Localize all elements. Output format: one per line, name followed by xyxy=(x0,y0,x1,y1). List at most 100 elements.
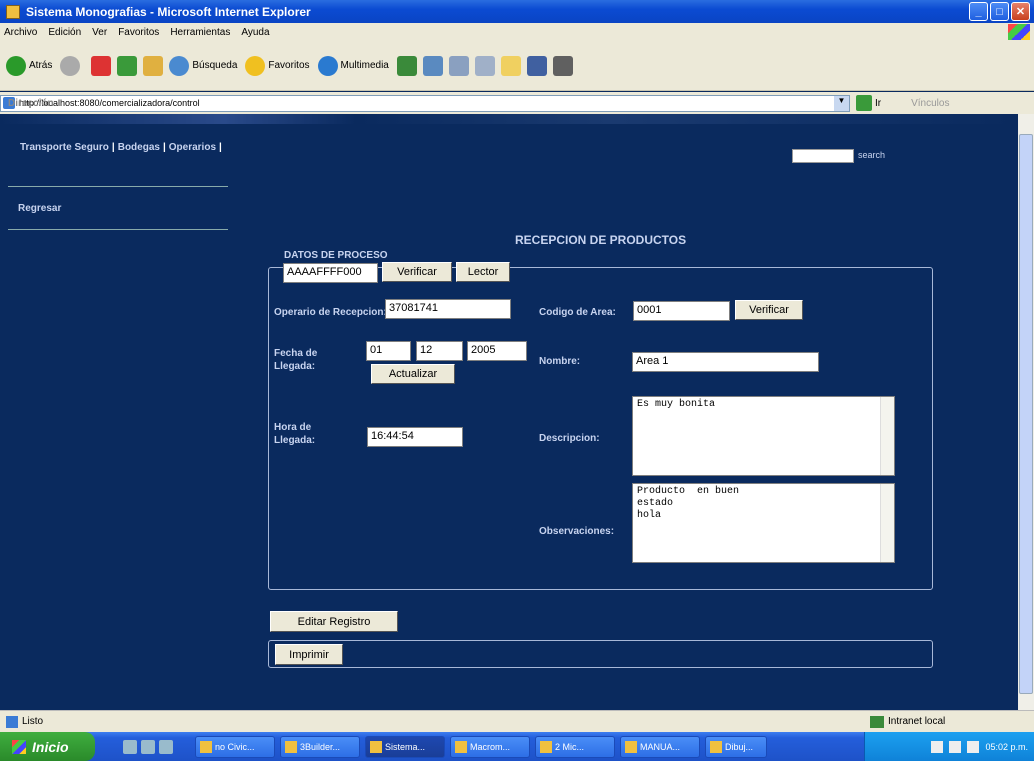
home-icon[interactable] xyxy=(143,55,164,76)
close-button[interactable]: ✕ xyxy=(1011,2,1030,21)
codigo-area-label: Codigo de Area: xyxy=(539,307,616,318)
editar-registro-button[interactable]: Editar Registro xyxy=(270,611,398,632)
search-input[interactable] xyxy=(792,149,854,163)
imprimir-button[interactable]: Imprimir xyxy=(275,644,343,665)
media-player-icon[interactable] xyxy=(159,739,173,754)
year-input[interactable]: 2005 xyxy=(467,341,527,361)
day-input[interactable]: 01 xyxy=(366,341,411,361)
taskbar-item-active[interactable]: Sistema... xyxy=(365,735,445,758)
app-icon xyxy=(455,740,467,753)
address-input[interactable]: http://localhost:8080/comercializadora/c… xyxy=(0,94,850,112)
edit-icon[interactable] xyxy=(474,55,495,76)
taskbar-item[interactable]: Macrom... xyxy=(450,735,530,758)
hora-label-line1: Hora de xyxy=(274,422,312,433)
taskbar-item[interactable]: Dibuj... xyxy=(705,735,767,758)
clock[interactable]: 05:02 p.m. xyxy=(985,742,1028,752)
browser-toolbar: Atrás Búsqueda Favoritos Multimedia xyxy=(0,41,1034,91)
history-icon[interactable] xyxy=(396,55,417,76)
status-text: Listo xyxy=(22,716,44,727)
nav-operarios[interactable]: Operarios xyxy=(169,142,216,153)
menu-herramientas[interactable]: Herramientas xyxy=(170,27,230,38)
lector-button[interactable]: Lector xyxy=(456,262,510,282)
descripcion-textarea[interactable]: Es muy bonita xyxy=(632,396,895,476)
mail-icon[interactable] xyxy=(422,55,443,76)
verificar-area-button[interactable]: Verificar xyxy=(735,300,803,320)
back-button[interactable]: Atrás xyxy=(6,55,53,76)
search-button[interactable]: Búsqueda xyxy=(169,55,237,76)
search-link[interactable]: search xyxy=(858,150,885,160)
operario-input[interactable]: 37081741 xyxy=(385,299,511,319)
taskbar-item[interactable]: 2 Mic... xyxy=(535,735,615,758)
nav-bodegas[interactable]: Bodegas xyxy=(118,142,160,153)
menu-ayuda[interactable]: Ayuda xyxy=(241,27,269,38)
address-dropdown-icon[interactable]: ▼ xyxy=(834,95,849,111)
observaciones-textarea[interactable]: Producto en buen estado hola xyxy=(632,483,895,563)
messenger-icon[interactable] xyxy=(526,55,547,76)
language-icon[interactable] xyxy=(931,740,944,753)
security-zone: Intranet local xyxy=(870,715,946,728)
ie-icon[interactable] xyxy=(141,739,155,754)
address-label: Dirección xyxy=(8,97,54,109)
start-button[interactable]: Inicio xyxy=(0,732,95,761)
menu-favoritos[interactable]: Favoritos xyxy=(118,27,159,38)
windows-logo-icon xyxy=(1008,24,1030,40)
nav-transporte-seguro[interactable]: Transporte Seguro xyxy=(20,142,109,153)
go-button[interactable]: Ir xyxy=(875,98,881,109)
nombre-input[interactable]: Area 1 xyxy=(632,352,819,372)
scrollbar-thumb[interactable] xyxy=(1019,134,1033,694)
zone-label: Intranet local xyxy=(888,716,946,727)
descripcion-text: Es muy bonita xyxy=(637,399,716,410)
back-label: Atrás xyxy=(29,60,53,71)
stop-icon[interactable] xyxy=(91,55,112,76)
address-bar: Dirección http://localhost:8080/comercia… xyxy=(0,92,1034,114)
favorites-label: Favoritos xyxy=(268,60,310,71)
menu-edicion[interactable]: Edición xyxy=(48,27,81,38)
code-input[interactable]: AAAAFFFF000 xyxy=(283,263,378,283)
tool-icon[interactable] xyxy=(552,55,573,76)
task-label: Macrom... xyxy=(470,741,511,752)
multimedia-button[interactable]: Multimedia xyxy=(317,55,389,76)
page-scrollbar[interactable] xyxy=(1018,114,1034,710)
volume-icon[interactable] xyxy=(967,740,980,753)
favorites-button[interactable]: Favoritos xyxy=(245,55,310,76)
sidebar-divider xyxy=(8,186,228,187)
textarea-scrollbar[interactable] xyxy=(880,484,894,562)
folder-icon[interactable] xyxy=(500,55,521,76)
month-input[interactable]: 12 xyxy=(416,341,463,361)
menu-archivo[interactable]: Archivo xyxy=(4,27,37,38)
refresh-icon[interactable] xyxy=(117,55,138,76)
regresar-link[interactable]: Regresar xyxy=(18,203,61,214)
links-label[interactable]: Vínculos xyxy=(911,98,949,109)
start-label: Inicio xyxy=(32,738,69,755)
print-icon[interactable] xyxy=(448,55,469,76)
codigo-area-input[interactable]: 0001 xyxy=(633,301,730,321)
status-bar: Listo Intranet local xyxy=(0,710,1034,732)
taskbar-item[interactable]: MANUA... xyxy=(620,735,700,758)
fecha-label: Fecha de Llegada: xyxy=(274,347,317,373)
task-label: no Civic... xyxy=(215,741,255,752)
operario-label: Operario de Recepcion: xyxy=(274,307,387,318)
hora-label-line2: Llegada: xyxy=(274,435,316,446)
media-icon xyxy=(317,55,338,76)
windows-flag-icon xyxy=(12,739,26,754)
hora-input[interactable]: 16:44:54 xyxy=(367,427,463,447)
textarea-scrollbar[interactable] xyxy=(880,397,894,475)
desktop-icon[interactable] xyxy=(123,739,137,754)
page-content: Transporte Seguro | Bodegas | Operarios | sea… xyxy=(0,114,1018,710)
network-icon[interactable] xyxy=(949,740,962,753)
forward-button[interactable] xyxy=(60,55,83,76)
task-label: MANUA... xyxy=(640,741,681,752)
fecha-label-line2: Llegada: xyxy=(274,361,316,372)
hora-label: Hora de Llegada: xyxy=(274,421,315,447)
taskbar-item[interactable]: no Civic... xyxy=(195,735,275,758)
window-title: Sistema Monografias - Microsoft Internet… xyxy=(26,4,311,19)
maximize-button[interactable]: □ xyxy=(990,2,1009,21)
page-title: RECEPCION DE PRODUCTOS xyxy=(515,233,687,247)
task-label: 3Builder... xyxy=(300,741,341,752)
taskbar-item[interactable]: 3Builder... xyxy=(280,735,360,758)
minimize-button[interactable]: _ xyxy=(969,2,988,21)
actualizar-button[interactable]: Actualizar xyxy=(371,364,455,384)
verificar-code-button[interactable]: Verificar xyxy=(382,262,452,282)
menu-ver[interactable]: Ver xyxy=(92,27,107,38)
go-arrow-icon[interactable] xyxy=(856,95,872,111)
